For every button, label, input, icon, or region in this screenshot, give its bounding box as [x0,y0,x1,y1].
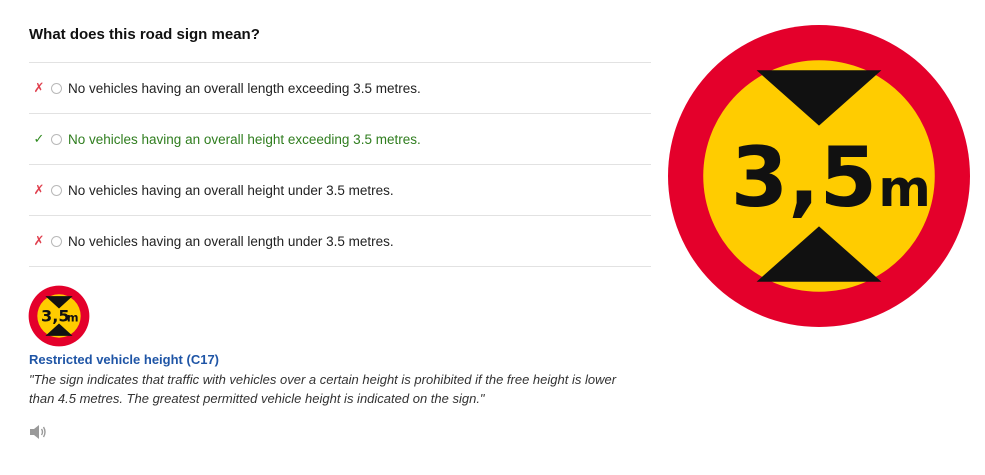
sign-value-text: 3,5 [731,130,877,226]
answer-text: No vehicles having an overall length exc… [68,80,421,96]
answer-option[interactable]: ✗ No vehicles having an overall length u… [29,216,651,267]
road-sign-image: 3,5 m [668,25,970,327]
speaker-icon[interactable] [29,424,47,440]
cross-icon: ✗ [33,233,45,248]
radio-button[interactable] [51,133,62,145]
answer-text: No vehicles having an overall length und… [68,233,394,249]
sign-unit-text: m [878,159,930,218]
radio-button[interactable] [51,184,62,196]
answer-option[interactable]: ✓ No vehicles having an overall height e… [29,114,651,165]
check-icon: ✓ [33,131,45,146]
quiz-page: What does this road sign mean? ✗ No vehi… [0,0,985,475]
sign-description: "The sign indicates that traffic with ve… [29,372,617,406]
answer-option[interactable]: ✗ No vehicles having an overall height u… [29,165,651,216]
sign-unit-text: m [67,312,79,325]
radio-button[interactable] [51,82,62,94]
answer-option[interactable]: ✗ No vehicles having an overall length e… [29,63,651,114]
answer-list: ✗ No vehicles having an overall length e… [29,62,651,267]
answer-text: No vehicles having an overall height und… [68,182,394,198]
radio-button[interactable] [51,235,62,247]
cross-icon: ✗ [33,80,45,95]
sign-value-text: 3,5 [41,307,70,326]
cross-icon: ✗ [33,182,45,197]
answer-text: No vehicles having an overall height exc… [68,131,421,147]
question-text: What does this road sign mean? [29,26,260,43]
sign-title: Restricted vehicle height (C17) [29,352,219,367]
road-sign-thumbnail: 3,5 m [28,285,90,347]
